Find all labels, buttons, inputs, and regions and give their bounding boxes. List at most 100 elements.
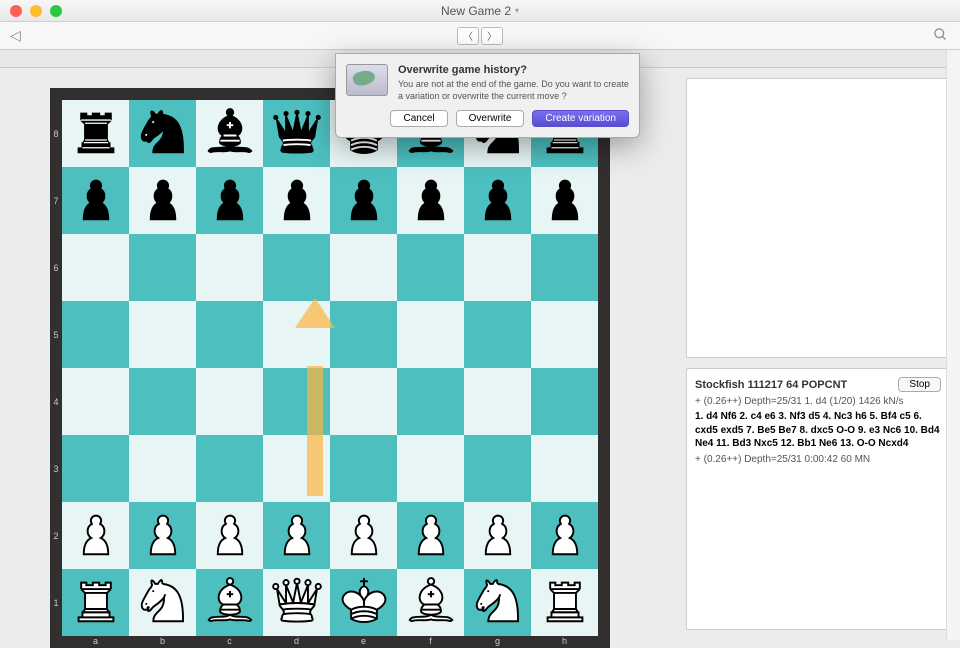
piece-bQ[interactable] bbox=[268, 102, 326, 165]
square-h4[interactable] bbox=[531, 368, 598, 435]
scrollbar[interactable] bbox=[946, 50, 960, 640]
square-a8[interactable] bbox=[62, 100, 129, 167]
square-g1[interactable] bbox=[464, 569, 531, 636]
square-e1[interactable] bbox=[330, 569, 397, 636]
square-f4[interactable] bbox=[397, 368, 464, 435]
piece-wP[interactable] bbox=[335, 504, 393, 567]
window-title[interactable]: New Game 2▾ bbox=[441, 4, 519, 18]
create-variation-button[interactable]: Create variation bbox=[532, 110, 629, 127]
piece-wB[interactable] bbox=[402, 571, 460, 634]
square-a2[interactable] bbox=[62, 502, 129, 569]
piece-wK[interactable] bbox=[335, 571, 393, 634]
square-f2[interactable] bbox=[397, 502, 464, 569]
square-g3[interactable] bbox=[464, 435, 531, 502]
piece-bP[interactable] bbox=[201, 169, 259, 232]
square-c8[interactable] bbox=[196, 100, 263, 167]
square-h3[interactable] bbox=[531, 435, 598, 502]
piece-bP[interactable] bbox=[67, 169, 125, 232]
square-d2[interactable] bbox=[263, 502, 330, 569]
square-a6[interactable] bbox=[62, 234, 129, 301]
piece-wP[interactable] bbox=[134, 504, 192, 567]
piece-wQ[interactable] bbox=[268, 571, 326, 634]
square-e2[interactable] bbox=[330, 502, 397, 569]
square-e5[interactable] bbox=[330, 301, 397, 368]
square-d4[interactable] bbox=[263, 368, 330, 435]
piece-wN[interactable] bbox=[469, 571, 527, 634]
square-b5[interactable] bbox=[129, 301, 196, 368]
stop-button[interactable]: Stop bbox=[898, 377, 941, 392]
square-g5[interactable] bbox=[464, 301, 531, 368]
piece-bR[interactable] bbox=[67, 102, 125, 165]
piece-bP[interactable] bbox=[469, 169, 527, 232]
square-e4[interactable] bbox=[330, 368, 397, 435]
overwrite-button[interactable]: Overwrite bbox=[456, 110, 525, 127]
piece-wP[interactable] bbox=[268, 504, 326, 567]
piece-bB[interactable] bbox=[201, 102, 259, 165]
minimize-icon[interactable] bbox=[30, 5, 42, 17]
square-b4[interactable] bbox=[129, 368, 196, 435]
square-f7[interactable] bbox=[397, 167, 464, 234]
square-a5[interactable] bbox=[62, 301, 129, 368]
square-c5[interactable] bbox=[196, 301, 263, 368]
piece-bP[interactable] bbox=[335, 169, 393, 232]
zoom-icon[interactable] bbox=[50, 5, 62, 17]
square-f5[interactable] bbox=[397, 301, 464, 368]
square-c7[interactable] bbox=[196, 167, 263, 234]
piece-wP[interactable] bbox=[469, 504, 527, 567]
square-g2[interactable] bbox=[464, 502, 531, 569]
square-a7[interactable] bbox=[62, 167, 129, 234]
square-e3[interactable] bbox=[330, 435, 397, 502]
piece-wP[interactable] bbox=[201, 504, 259, 567]
square-d3[interactable] bbox=[263, 435, 330, 502]
square-d6[interactable] bbox=[263, 234, 330, 301]
piece-bP[interactable] bbox=[536, 169, 594, 232]
square-a4[interactable] bbox=[62, 368, 129, 435]
piece-wP[interactable] bbox=[536, 504, 594, 567]
square-b1[interactable] bbox=[129, 569, 196, 636]
chess-board[interactable]: 87654321 abcdefgh bbox=[50, 88, 610, 648]
next-button[interactable]: 〉 bbox=[481, 27, 503, 45]
square-f6[interactable] bbox=[397, 234, 464, 301]
square-e7[interactable] bbox=[330, 167, 397, 234]
square-b8[interactable] bbox=[129, 100, 196, 167]
square-h7[interactable] bbox=[531, 167, 598, 234]
piece-bP[interactable] bbox=[402, 169, 460, 232]
square-d5[interactable] bbox=[263, 301, 330, 368]
square-c3[interactable] bbox=[196, 435, 263, 502]
close-icon[interactable] bbox=[10, 5, 22, 17]
square-g4[interactable] bbox=[464, 368, 531, 435]
piece-wB[interactable] bbox=[201, 571, 259, 634]
notation-panel[interactable] bbox=[686, 78, 950, 358]
square-a3[interactable] bbox=[62, 435, 129, 502]
square-b3[interactable] bbox=[129, 435, 196, 502]
square-g7[interactable] bbox=[464, 167, 531, 234]
square-b6[interactable] bbox=[129, 234, 196, 301]
piece-bP[interactable] bbox=[268, 169, 326, 232]
square-c2[interactable] bbox=[196, 502, 263, 569]
square-a1[interactable] bbox=[62, 569, 129, 636]
piece-bP[interactable] bbox=[134, 169, 192, 232]
square-e6[interactable] bbox=[330, 234, 397, 301]
square-h1[interactable] bbox=[531, 569, 598, 636]
square-c1[interactable] bbox=[196, 569, 263, 636]
square-b7[interactable] bbox=[129, 167, 196, 234]
square-d1[interactable] bbox=[263, 569, 330, 636]
square-b2[interactable] bbox=[129, 502, 196, 569]
square-c4[interactable] bbox=[196, 368, 263, 435]
square-h5[interactable] bbox=[531, 301, 598, 368]
piece-wR[interactable] bbox=[67, 571, 125, 634]
square-g6[interactable] bbox=[464, 234, 531, 301]
square-f1[interactable] bbox=[397, 569, 464, 636]
square-h6[interactable] bbox=[531, 234, 598, 301]
square-d7[interactable] bbox=[263, 167, 330, 234]
piece-wP[interactable] bbox=[67, 504, 125, 567]
piece-bN[interactable] bbox=[134, 102, 192, 165]
square-d8[interactable] bbox=[263, 100, 330, 167]
square-h2[interactable] bbox=[531, 502, 598, 569]
prev-button[interactable]: 〈 bbox=[457, 27, 479, 45]
back-triangle-icon[interactable]: ◁ bbox=[10, 27, 21, 44]
search-icon[interactable] bbox=[933, 27, 948, 45]
piece-wN[interactable] bbox=[134, 571, 192, 634]
piece-wR[interactable] bbox=[536, 571, 594, 634]
square-c6[interactable] bbox=[196, 234, 263, 301]
